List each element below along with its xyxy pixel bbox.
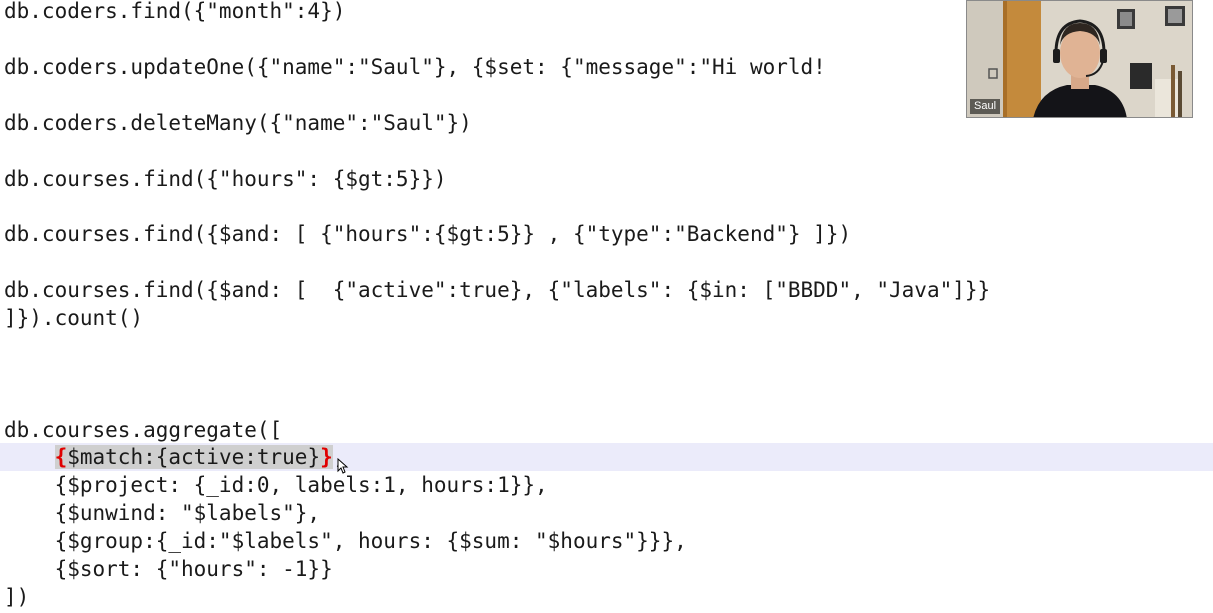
mouse-cursor-icon (337, 458, 349, 474)
code-line: db.coders.updateOne({"name":"Saul"}, {$s… (4, 55, 826, 79)
code-line-current[interactable]: {$match:{active:true}}, (4, 443, 345, 471)
selection: {$match:{active:true}} (54, 445, 333, 469)
participant-video-tile[interactable]: Saul (966, 0, 1193, 118)
code-line: {$sort: {"hours": -1}} (4, 557, 333, 581)
code-line: {$group:{_id:"$labels", hours: {$sum: "$… (4, 529, 687, 553)
code-line: db.courses.find({"hours": {$gt:5}}) (4, 167, 447, 191)
code-line: db.coders.deleteMany({"name":"Saul"}) (4, 111, 472, 135)
code-line: db.courses.find({$and: [ {"active":true}… (4, 278, 991, 302)
code-line: {$unwind: "$labels"}, (4, 501, 321, 525)
webcam-feed-image (967, 1, 1192, 117)
selected-text: $match:{active:true} (67, 445, 321, 469)
code-line: db.courses.find({$and: [ {"hours":{$gt:5… (4, 222, 852, 246)
code-line: ]}).count() (4, 306, 144, 330)
code-line: db.courses.aggregate([ (4, 418, 283, 442)
code-line: db.coders.find({"month":4}) (4, 0, 346, 23)
code-line: {$project: {_id:0, labels:1, hours:1}}, (4, 473, 548, 497)
matched-open-brace: { (54, 445, 68, 469)
participant-name-label: Saul (970, 99, 1001, 114)
code-line: ]) (4, 585, 30, 609)
matched-close-brace: } (320, 445, 333, 469)
